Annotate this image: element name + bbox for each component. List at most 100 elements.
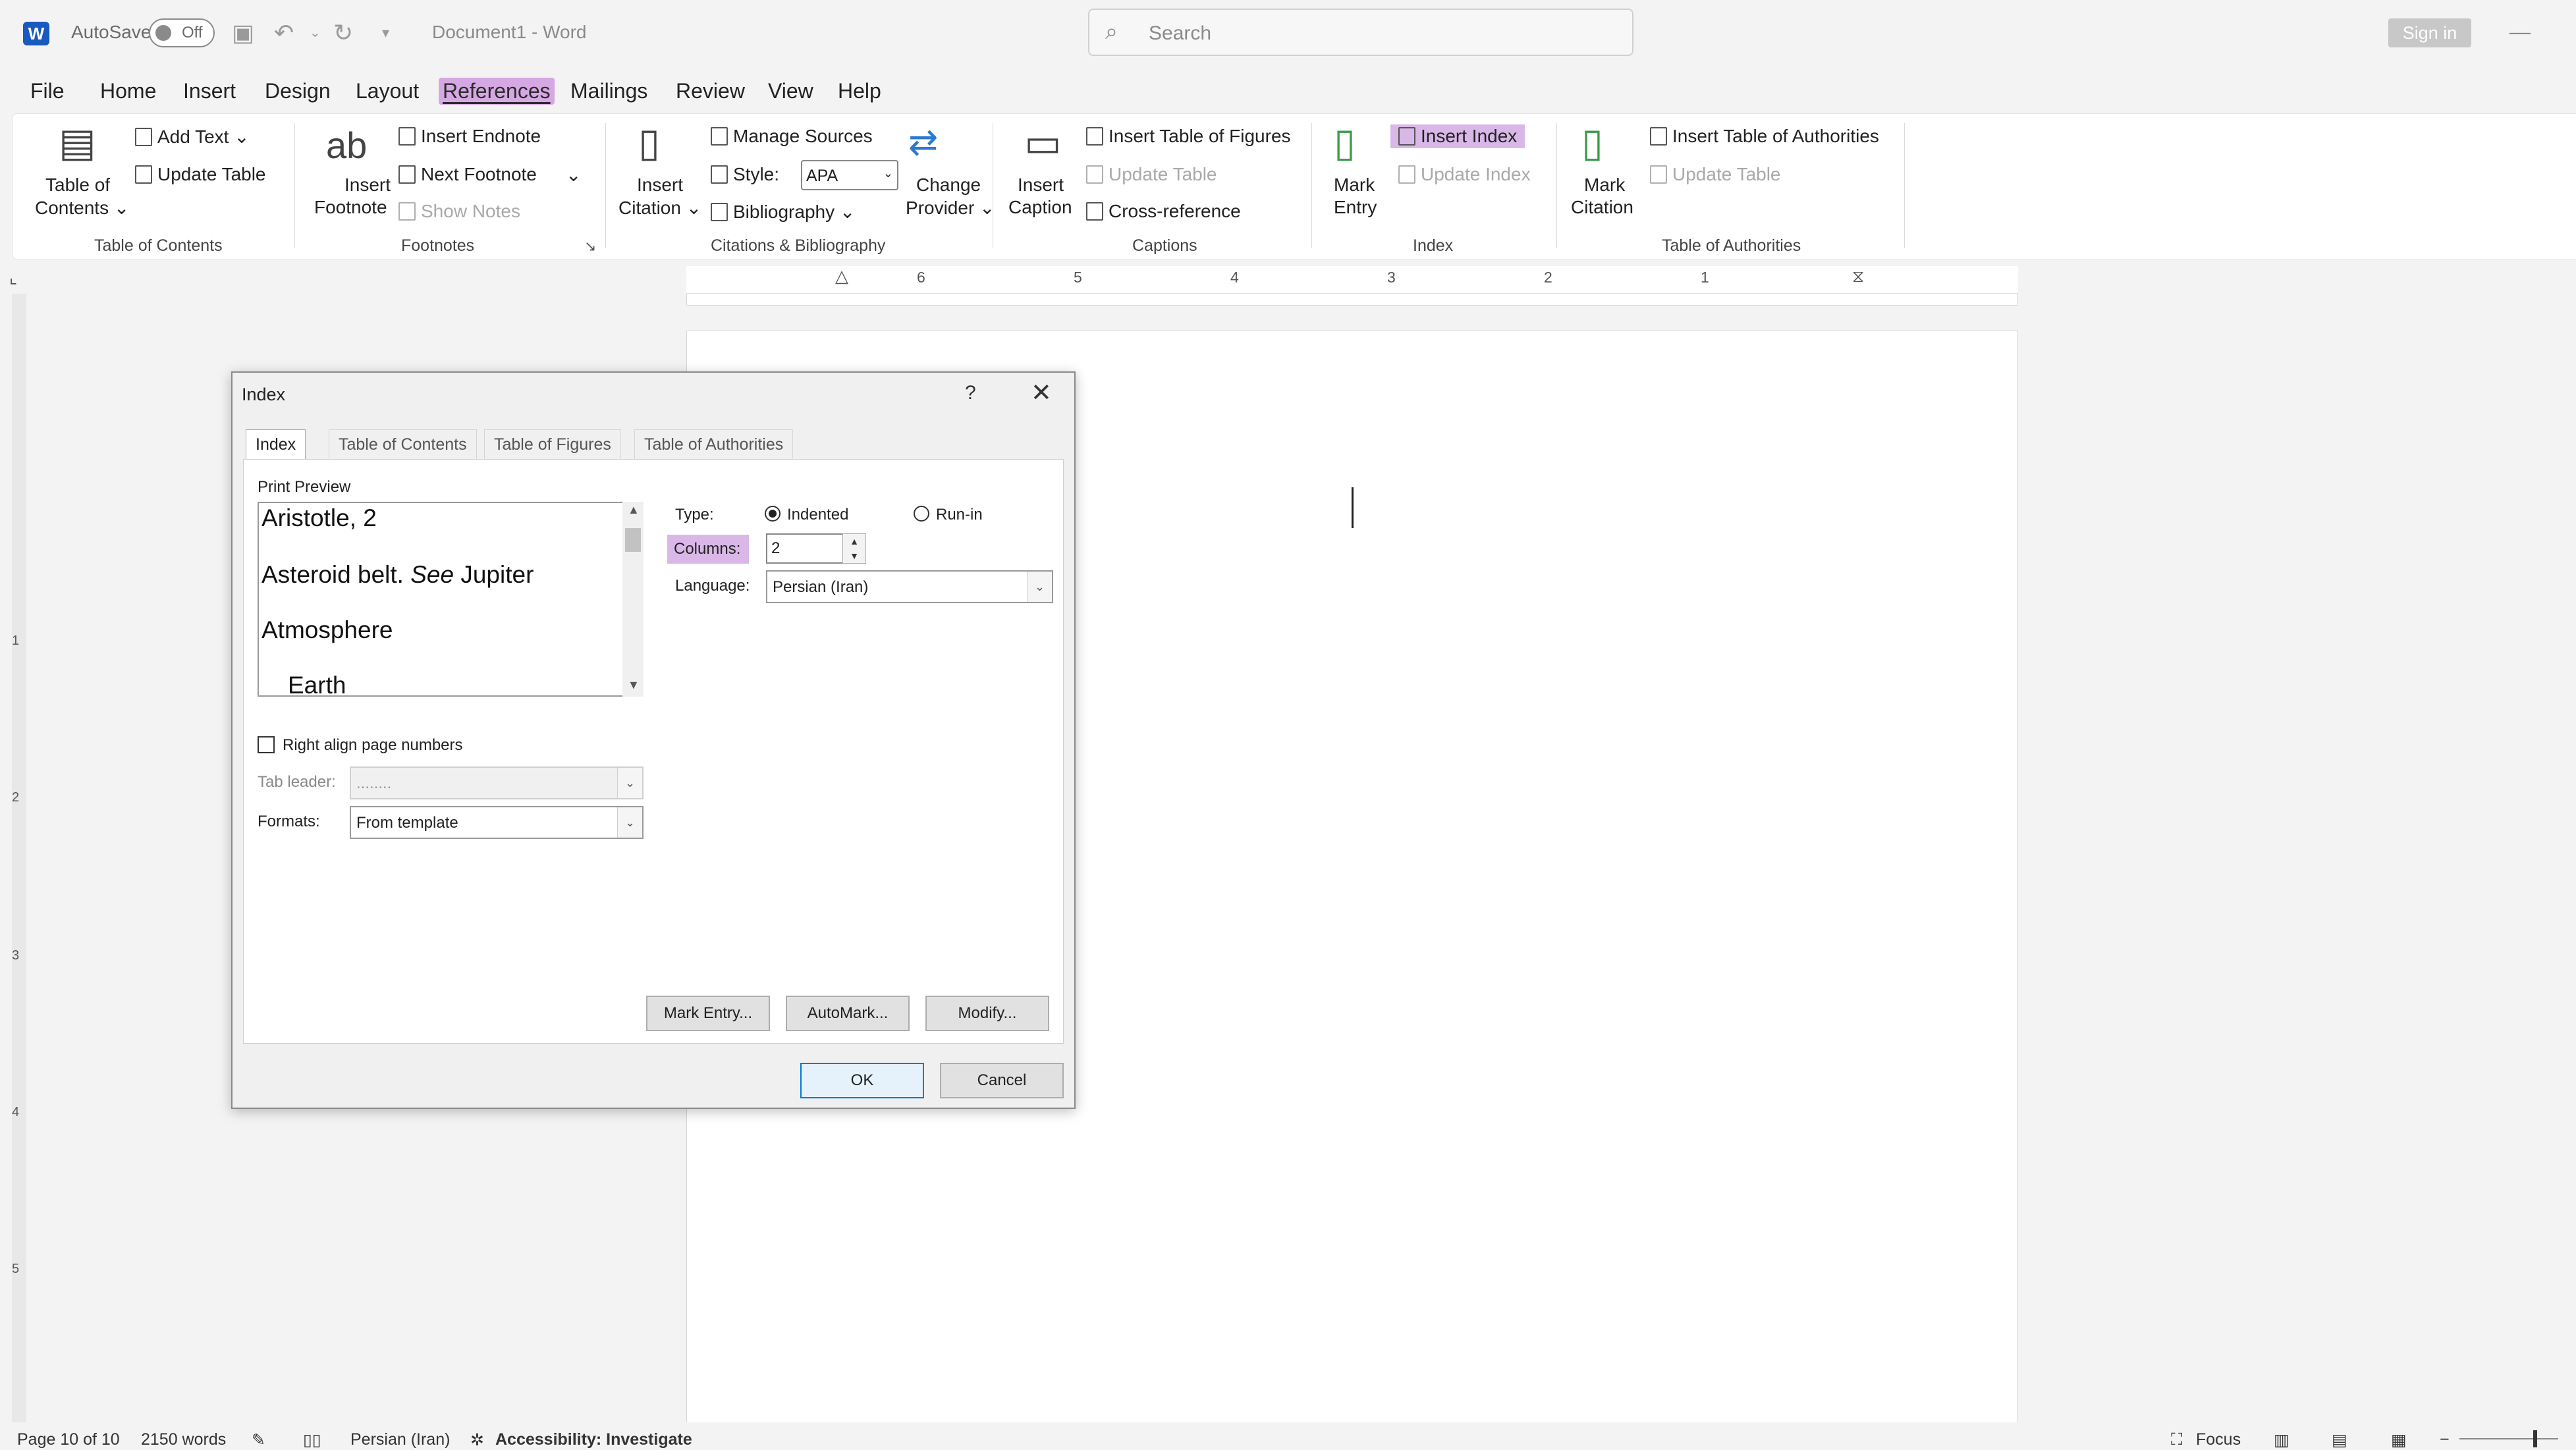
insert-caption-button[interactable]: Insert xyxy=(1018,175,1064,196)
scroll-thumb[interactable] xyxy=(625,528,641,552)
indent-marker-icon[interactable]: △ xyxy=(835,266,848,286)
redo-icon[interactable]: ↻ xyxy=(333,18,353,47)
mark-citation-button-line2[interactable]: Citation xyxy=(1571,197,1633,218)
insert-table-of-figures-button[interactable]: Insert Table of Figures xyxy=(1086,126,1291,147)
formats-label: Formats: xyxy=(258,813,320,830)
tab-mailings[interactable]: Mailings xyxy=(566,78,651,105)
next-footnote-button[interactable]: Next Footnote xyxy=(398,164,537,185)
change-provider-button-line2[interactable]: Provider ⌄ xyxy=(906,197,995,219)
insert-endnote-button[interactable]: Insert Endnote xyxy=(398,126,541,147)
tab-insert[interactable]: Insert xyxy=(179,78,240,105)
autosave-toggle[interactable]: Off xyxy=(149,18,215,47)
read-mode-icon[interactable]: ▯▯ xyxy=(303,1430,321,1450)
mark-entry-button[interactable]: Mark xyxy=(1334,175,1375,196)
scroll-down-icon[interactable]: ▼ xyxy=(628,678,640,692)
change-provider-button[interactable]: Change xyxy=(916,175,981,196)
close-icon[interactable]: ✕ xyxy=(1031,378,1052,408)
preview-line: Aristotle, 2 xyxy=(261,504,377,531)
spin-up-icon[interactable]: ▲ xyxy=(843,534,865,549)
help-button[interactable]: ? xyxy=(965,382,976,404)
tab-leader-label: Tab leader: xyxy=(258,773,336,791)
zoom-slider-thumb[interactable] xyxy=(2533,1430,2537,1447)
columns-spinner[interactable]: 2 xyxy=(766,533,846,564)
tab-help[interactable]: Help xyxy=(834,78,885,105)
accessibility-status[interactable]: Accessibility: Investigate xyxy=(495,1430,692,1449)
style-icon xyxy=(711,165,728,184)
customize-qat-icon[interactable]: ▾ xyxy=(382,18,389,47)
undo-dropdown-icon[interactable]: ⌄ xyxy=(310,18,321,47)
save-icon[interactable]: ▣ xyxy=(232,18,254,47)
tab-view[interactable]: View xyxy=(764,78,817,105)
insert-citation-button-line2[interactable]: Citation ⌄ xyxy=(618,197,701,219)
tab-references[interactable]: References xyxy=(439,78,555,105)
indented-radio[interactable] xyxy=(765,506,781,522)
tab-layout[interactable]: Layout xyxy=(352,78,423,105)
tab-index[interactable]: Index xyxy=(246,429,306,460)
zoom-out-icon[interactable]: − xyxy=(2440,1430,2450,1449)
zoom-slider[interactable] xyxy=(2459,1438,2558,1439)
vruler-number: 2 xyxy=(12,790,20,805)
right-align-checkbox[interactable] xyxy=(258,736,275,753)
proofing-icon[interactable]: ✎ xyxy=(252,1430,265,1450)
tab-table-of-contents[interactable]: Table of Contents xyxy=(329,429,477,460)
automark-button[interactable]: AutoMark... xyxy=(786,996,910,1031)
sign-in-button[interactable]: Sign in xyxy=(2388,18,2471,47)
page-count[interactable]: Page 10 of 10 xyxy=(17,1430,120,1449)
horizontal-ruler[interactable]: 6 5 4 3 2 1 △ ⧖ xyxy=(686,266,2018,294)
mark-entry-dialog-button[interactable]: Mark Entry... xyxy=(646,996,770,1031)
insert-footnote-button[interactable]: Insert xyxy=(344,175,391,196)
print-preview-box: Aristotle, 2 Asteroid belt. See Jupiter … xyxy=(258,502,624,697)
indented-label[interactable]: Indented xyxy=(787,506,848,524)
add-text-icon xyxy=(135,127,152,146)
tab-file[interactable]: File xyxy=(26,78,69,105)
next-footnote-dropdown[interactable]: ⌄ xyxy=(566,164,581,186)
right-align-label[interactable]: Right align page numbers xyxy=(283,736,463,755)
add-text-button[interactable]: Add Text ⌄ xyxy=(135,126,250,148)
ok-button[interactable]: OK xyxy=(800,1063,924,1098)
manage-sources-button[interactable]: Manage Sources xyxy=(711,126,873,147)
update-table-captions-label: Update Table xyxy=(1109,164,1217,184)
tab-review[interactable]: Review xyxy=(672,78,749,105)
columns-spin-buttons[interactable]: ▲ ▼ xyxy=(842,533,866,564)
modify-button[interactable]: Modify... xyxy=(925,996,1049,1031)
preview-scrollbar[interactable]: ▲ ▼ xyxy=(622,502,644,697)
cross-reference-button[interactable]: Cross-reference xyxy=(1086,201,1241,222)
web-layout-icon[interactable]: ▦ xyxy=(2391,1430,2407,1450)
undo-icon[interactable]: ↶ xyxy=(274,18,294,47)
minimize-button[interactable]: — xyxy=(2509,20,2531,44)
scroll-up-icon[interactable]: ▲ xyxy=(628,503,640,517)
bibliography-button[interactable]: Bibliography ⌄ xyxy=(711,201,855,223)
right-indent-marker-icon[interactable]: ⧖ xyxy=(1852,266,1864,287)
language-status[interactable]: Persian (Iran) xyxy=(350,1430,450,1449)
table-of-contents-button[interactable]: Table of xyxy=(45,175,110,196)
insert-index-button[interactable]: Insert Index xyxy=(1390,124,1525,148)
tab-selector-icon[interactable]: ⌞ xyxy=(9,267,17,288)
read-mode-view-icon[interactable]: ▥ xyxy=(2274,1430,2289,1450)
run-in-label[interactable]: Run-in xyxy=(936,506,983,524)
mark-entry-button-line2[interactable]: Entry xyxy=(1334,197,1377,218)
insert-caption-button-line2[interactable]: Caption xyxy=(1008,197,1072,218)
search-box[interactable]: ⌕ Search xyxy=(1088,9,1633,56)
language-label: Language: xyxy=(675,577,750,595)
word-count[interactable]: 2150 words xyxy=(141,1430,226,1449)
update-table-button[interactable]: Update Table xyxy=(135,164,266,185)
insert-citation-button[interactable]: Insert xyxy=(637,175,683,196)
group-label-index: Index xyxy=(1413,236,1454,255)
language-select[interactable]: Persian (Iran) ⌄ xyxy=(766,570,1053,603)
tab-design[interactable]: Design xyxy=(261,78,335,105)
mark-citation-button[interactable]: Mark xyxy=(1584,175,1625,196)
print-layout-icon[interactable]: ▤ xyxy=(2332,1430,2347,1450)
table-of-contents-button-line2[interactable]: Contents ⌄ xyxy=(35,197,129,219)
footnotes-dialog-launcher-icon[interactable]: ↘ xyxy=(584,238,596,255)
insert-footnote-button-line2[interactable]: Footnote xyxy=(314,197,387,218)
spin-down-icon[interactable]: ▼ xyxy=(843,549,865,563)
tab-home[interactable]: Home xyxy=(96,78,160,105)
tab-table-of-authorities[interactable]: Table of Authorities xyxy=(634,429,794,460)
formats-select[interactable]: From template ⌄ xyxy=(350,806,644,839)
cancel-button[interactable]: Cancel xyxy=(940,1063,1064,1098)
focus-button[interactable]: Focus xyxy=(2196,1430,2241,1449)
insert-table-of-authorities-button[interactable]: Insert Table of Authorities xyxy=(1650,126,1879,147)
citation-style-select[interactable]: APA ⌄ xyxy=(801,160,898,190)
run-in-radio[interactable] xyxy=(914,506,929,522)
tab-table-of-figures[interactable]: Table of Figures xyxy=(484,429,621,460)
